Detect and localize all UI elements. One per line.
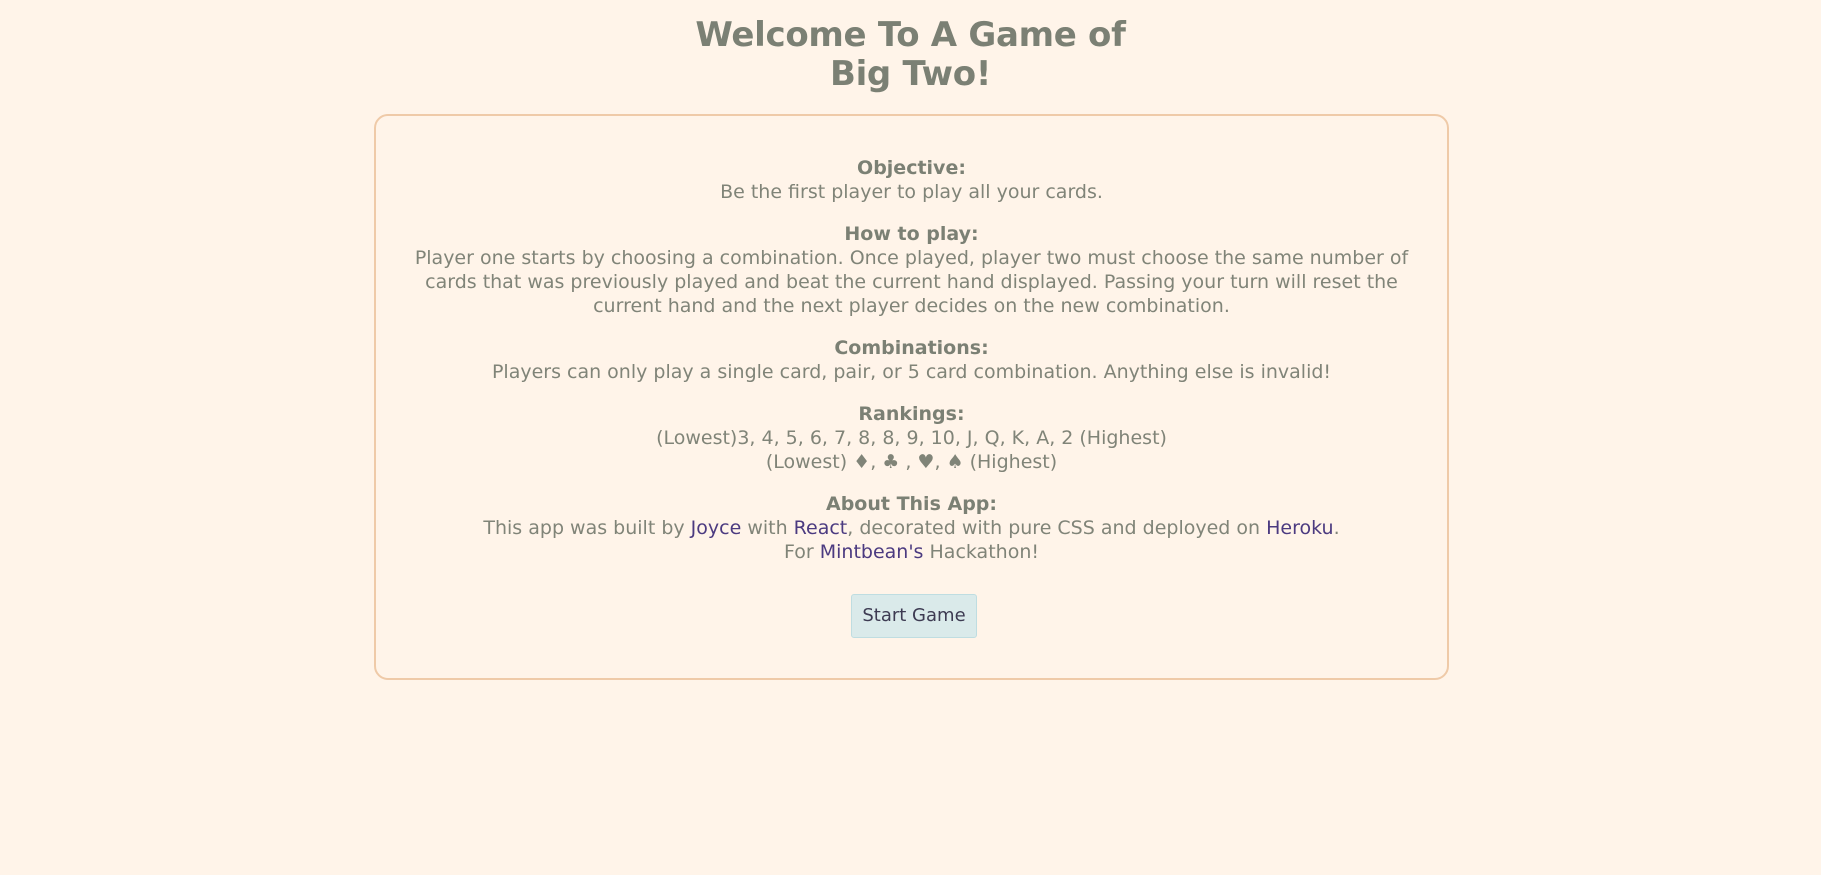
- about-text: .: [1333, 517, 1340, 539]
- objective-section: Objective: Be the first player to play a…: [376, 156, 1447, 204]
- how-to-play-section: How to play: Player one starts by choosi…: [376, 222, 1447, 318]
- rankings-section: Rankings: (Lowest)3, 4, 5, 6, 7, 8, 8, 9…: [376, 402, 1447, 474]
- start-game-button[interactable]: Start Game: [851, 594, 977, 638]
- title-line-2: Big Two!: [829, 54, 992, 94]
- rules-card: Objective: Be the first player to play a…: [374, 114, 1449, 680]
- react-link[interactable]: React: [794, 517, 848, 539]
- about-section: About This App: This app was built by Jo…: [376, 492, 1447, 564]
- about-text: For: [784, 541, 820, 563]
- about-line-2: For Mintbean's Hackathon!: [376, 540, 1447, 564]
- combinations-text: Players can only play a single card, pai…: [491, 361, 1332, 383]
- rankings-suits: (Lowest) ♦, ♣ , ♥, ♠ (Highest): [765, 451, 1058, 473]
- page-title: Welcome To A Game of Big Two!: [0, 16, 1821, 94]
- combinations-heading: Combinations:: [834, 337, 989, 359]
- how-to-play-line: cards that was previously played and bea…: [425, 271, 1398, 293]
- objective-text: Be the first player to play all your car…: [720, 181, 1103, 203]
- about-text: This app was built by: [483, 517, 691, 539]
- how-to-play-line: current hand and the next player decides…: [593, 295, 1230, 317]
- about-text: Hackathon!: [923, 541, 1039, 563]
- about-text: with: [741, 517, 794, 539]
- about-text: , decorated with pure CSS and deployed o…: [847, 517, 1267, 539]
- title-line-1: Welcome To A Game of: [695, 15, 1126, 55]
- how-to-play-line: Player one starts by choosing a combinat…: [414, 247, 1409, 269]
- how-to-play-heading: How to play:: [844, 223, 979, 245]
- rankings-values: (Lowest)3, 4, 5, 6, 7, 8, 8, 9, 10, J, Q…: [656, 427, 1167, 449]
- joyce-link[interactable]: Joyce: [691, 517, 742, 539]
- rankings-heading: Rankings:: [858, 403, 965, 425]
- combinations-section: Combinations: Players can only play a si…: [376, 336, 1447, 384]
- about-heading: About This App:: [825, 493, 997, 515]
- mintbean-link[interactable]: Mintbean's: [820, 541, 924, 563]
- heroku-link[interactable]: Heroku: [1266, 517, 1333, 539]
- objective-heading: Objective:: [857, 157, 966, 179]
- about-line-1: This app was built by Joyce with React, …: [376, 516, 1447, 540]
